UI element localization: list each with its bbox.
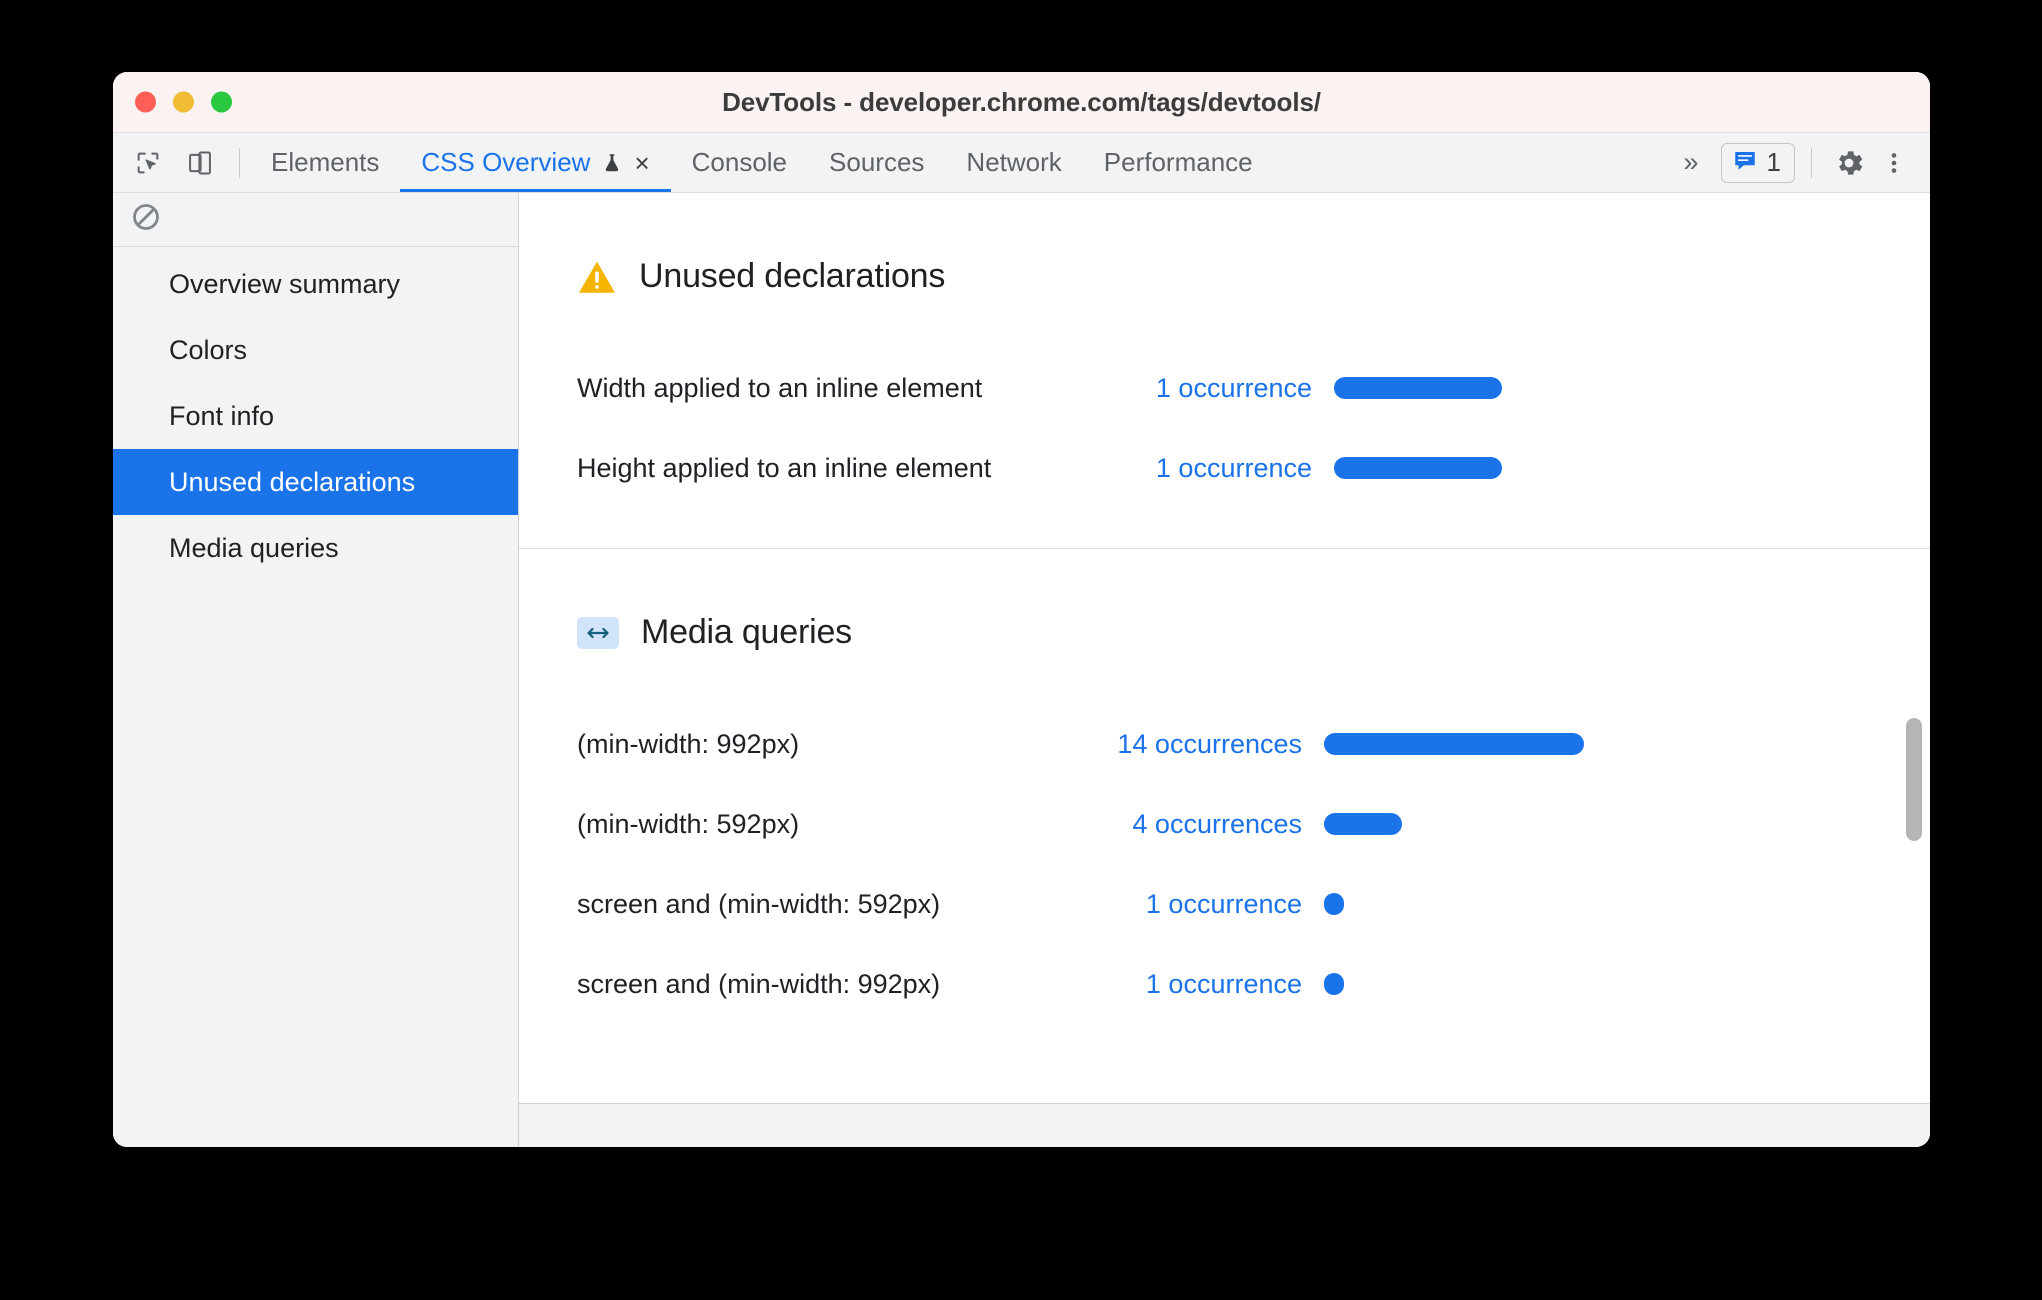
no-entry-clear-icon[interactable] [130,201,162,238]
row-label: screen and (min-width: 592px) [577,888,941,919]
tab-elements-label: Elements [271,147,380,177]
traffic-lights [135,91,232,113]
window-titlebar: DevTools - developer.chrome.com/tags/dev… [113,72,1930,133]
close-window-button[interactable] [135,91,156,113]
tab-network-label: Network [966,147,1062,177]
section-title: Unused declarations [639,257,946,295]
more-tabs-chevron-icon[interactable]: » [1668,149,1715,176]
row-label: screen and (min-width: 992px) [577,968,941,999]
row-occurrence-link[interactable]: 1 occurrence [1087,969,1302,1000]
sidebar-item-label: Font info [169,400,275,431]
tab-elements[interactable]: Elements [250,133,400,192]
section-media-queries: Media queries (min-width: 992px) 14 occu… [519,548,1930,1024]
sidebar-item-label: Unused declarations [169,466,416,497]
row-bar [1324,893,1344,915]
section-unused-declarations: Unused declarations Width applied to an … [519,193,1930,548]
tabbar-left-icons [113,133,229,192]
css-overview-sidebar: Overview summary Colors Font info Unused… [113,193,519,1147]
sidebar-item-colors[interactable]: Colors [113,317,518,383]
sidebar-item-font-info[interactable]: Font info [113,383,518,449]
bottom-status-strip [519,1103,1930,1147]
tab-css-overview[interactable]: CSS Overview × [400,133,671,192]
message-bubble-icon [1732,147,1758,178]
table-row: screen and (min-width: 992px) 1 occurren… [519,944,1930,1024]
row-bar-wrapper [1324,813,1402,835]
sidebar-item-list: Overview summary Colors Font info Unused… [113,247,518,581]
devtools-window: DevTools - developer.chrome.com/tags/dev… [113,72,1930,1147]
kebab-menu-icon[interactable] [1876,142,1912,184]
row-label: (min-width: 992px) [577,728,800,759]
sidebar-item-unused-declarations[interactable]: Unused declarations [113,449,518,515]
row-label: (min-width: 592px) [577,808,800,839]
row-bar-wrapper [1324,733,1584,755]
sidebar-item-label: Media queries [169,532,339,563]
row-occurrence-link[interactable]: 4 occurrences [1087,809,1302,840]
row-occurrence-link[interactable]: 14 occurrences [1087,729,1302,760]
sidebar-item-media-queries[interactable]: Media queries [113,515,518,581]
row-label: Width applied to an inline element [577,372,983,403]
table-row: screen and (min-width: 592px) 1 occurren… [519,864,1930,944]
inspect-cursor-icon[interactable] [131,146,165,180]
screenshot-stage: DevTools - developer.chrome.com/tags/dev… [0,0,2042,1300]
tab-console[interactable]: Console [671,133,808,192]
flask-icon [601,150,623,176]
section-rows: Width applied to an inline element 1 occ… [519,348,1930,548]
row-bar-wrapper [1334,377,1502,399]
sidebar-item-label: Overview summary [169,268,401,299]
row-bar-wrapper [1324,893,1344,915]
section-header: Unused declarations [519,193,1930,296]
tab-sources-label: Sources [829,147,925,177]
section-header: Media queries [519,549,1930,652]
row-occurrence-link[interactable]: 1 occurrence [1097,373,1312,404]
close-icon[interactable]: × [634,150,649,176]
devtools-tabbar: Elements CSS Overview × Console Sources [113,133,1930,193]
css-overview-main: Unused declarations Width applied to an … [519,193,1930,1147]
warning-triangle-icon [577,259,617,295]
main-scrollbar[interactable] [1905,193,1923,1103]
table-row: Width applied to an inline element 1 occ… [519,348,1930,428]
row-occurrence-link[interactable]: 1 occurrence [1097,453,1312,484]
device-toolbar-icon[interactable] [183,146,217,180]
tab-console-label: Console [691,147,788,177]
tab-css-overview-label: CSS Overview [421,147,591,177]
sidebar-item-label: Colors [169,334,248,365]
tab-sources[interactable]: Sources [808,133,945,192]
row-occurrence-link[interactable]: 1 occurrence [1087,889,1302,920]
row-bar [1334,377,1502,399]
devtools-body: Overview summary Colors Font info Unused… [113,193,1930,1147]
table-row: (min-width: 992px) 14 occurrences [519,704,1930,784]
section-rows: (min-width: 992px) 14 occurrences (min-w… [519,704,1930,1024]
issues-count: 1 [1766,147,1781,177]
minimize-window-button[interactable] [173,91,194,113]
tabbar-right-controls: » 1 [1668,133,1931,192]
window-title: DevTools - developer.chrome.com/tags/dev… [722,86,1321,117]
row-bar-wrapper [1324,973,1344,995]
tab-performance-label: Performance [1103,147,1253,177]
left-right-arrow-icon [577,616,619,649]
scrollbar-thumb[interactable] [1906,718,1922,841]
row-bar-wrapper [1334,457,1502,479]
tab-network[interactable]: Network [945,133,1082,192]
row-label: Height applied to an inline element [577,452,992,483]
issues-badge[interactable]: 1 [1720,142,1795,183]
row-bar [1324,813,1402,835]
row-bar [1334,457,1502,479]
tab-performance[interactable]: Performance [1083,133,1274,192]
sidebar-item-overview-summary[interactable]: Overview summary [113,251,518,317]
row-bar [1324,733,1584,755]
right-controls-divider [1811,147,1812,178]
main-scroll-area: Unused declarations Width applied to an … [519,193,1930,1103]
gear-icon[interactable] [1828,142,1870,184]
panel-tabs: Elements CSS Overview × Console Sources [250,133,1274,192]
tabbar-divider [239,147,240,178]
table-row: (min-width: 592px) 4 occurrences [519,784,1930,864]
row-bar [1324,973,1344,995]
zoom-window-button[interactable] [211,91,232,113]
section-title: Media queries [641,613,852,651]
table-row: Height applied to an inline element 1 oc… [519,428,1930,508]
sidebar-toolbar [113,193,518,247]
